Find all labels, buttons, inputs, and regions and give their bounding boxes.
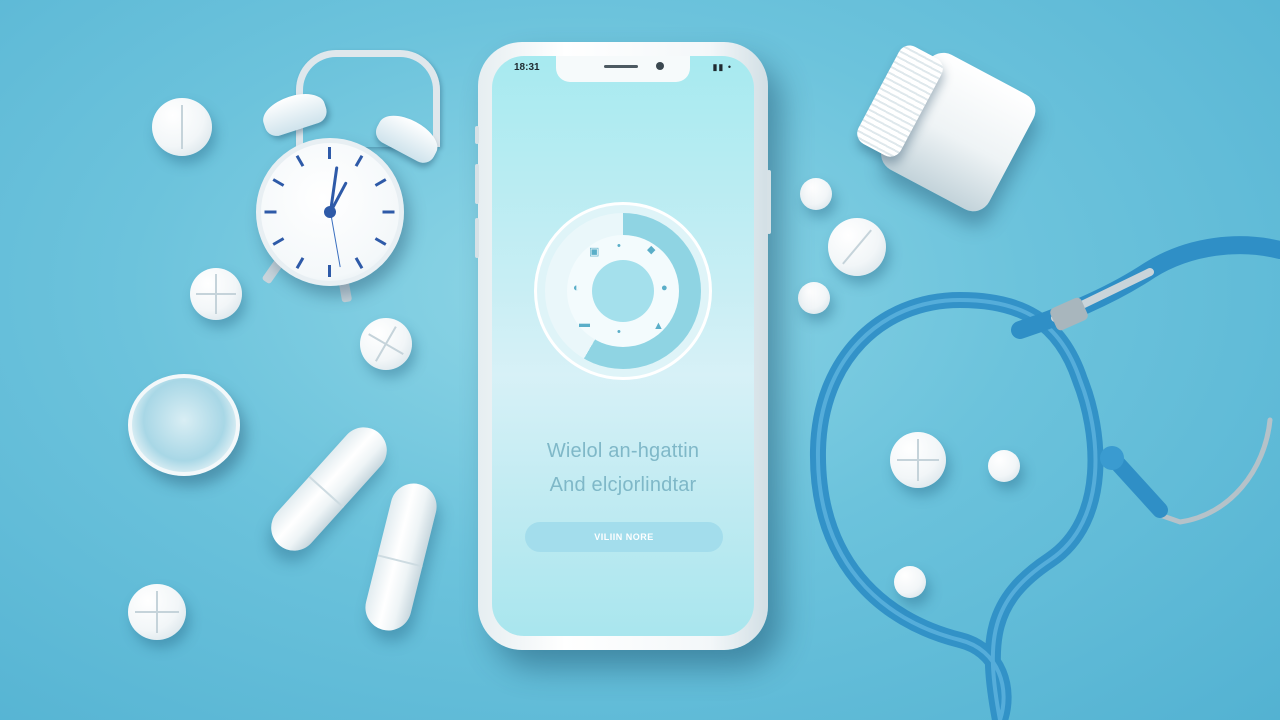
syringe-icon: • xyxy=(617,240,621,252)
status-time: 18:31 xyxy=(514,62,540,73)
phone-screen: 18:31 ▮▮ • ▣ • ◆ ◐ ● ▬ • ▲ Wielol an-hga… xyxy=(492,56,754,636)
bottle-icon: ◐ xyxy=(573,282,580,294)
tablet-icon xyxy=(894,566,926,598)
health-ring-graphic: ▣ • ◆ ◐ ● ▬ • ▲ xyxy=(534,202,712,380)
headline-line-1: Wielol an-hgattin xyxy=(546,440,700,462)
headline-line-2: And elcjorlindtar xyxy=(549,474,697,496)
ring-core xyxy=(592,260,654,322)
heart-icon: ◆ xyxy=(647,244,656,256)
capsule-icon: ● xyxy=(661,282,668,294)
progress-ring: ▣ • ◆ ◐ ● ▬ • ▲ xyxy=(545,213,701,369)
tablet-icon xyxy=(800,178,832,210)
tablet-icon xyxy=(798,282,830,314)
pill-icon: ▣ xyxy=(589,246,600,258)
view-more-button[interactable]: VILIIN NORE xyxy=(525,522,723,552)
tablet-icon xyxy=(988,450,1020,482)
smartphone: 18:31 ▮▮ • ▣ • ◆ ◐ ● ▬ • ▲ Wielol an-hga… xyxy=(475,42,771,650)
thermometer-icon: • xyxy=(617,326,621,338)
tablet-icon xyxy=(190,268,242,320)
phone-volume-up xyxy=(475,164,479,204)
speaker-icon xyxy=(604,65,638,68)
tablet-icon xyxy=(152,98,212,156)
tablet-icon xyxy=(890,432,946,488)
tablet-icon xyxy=(828,218,886,276)
camera-icon xyxy=(656,62,664,70)
tablet-icon xyxy=(128,584,186,640)
clock-second-hand xyxy=(330,211,341,268)
phone-mute-switch xyxy=(475,126,479,144)
phone-power-button xyxy=(767,170,771,234)
tablet-icon xyxy=(360,318,412,370)
signal-wifi-battery-icon: ▮▮ • xyxy=(712,62,732,72)
ring-inner: ▣ • ◆ ◐ ● ▬ • ▲ xyxy=(567,235,679,347)
phone-notch xyxy=(556,56,690,82)
drop-icon: ▲ xyxy=(653,320,664,332)
alarm-clock-icon xyxy=(256,138,404,286)
medicine-cup-icon xyxy=(128,374,240,476)
bandage-icon: ▬ xyxy=(579,318,590,330)
phone-volume-down xyxy=(475,218,479,258)
